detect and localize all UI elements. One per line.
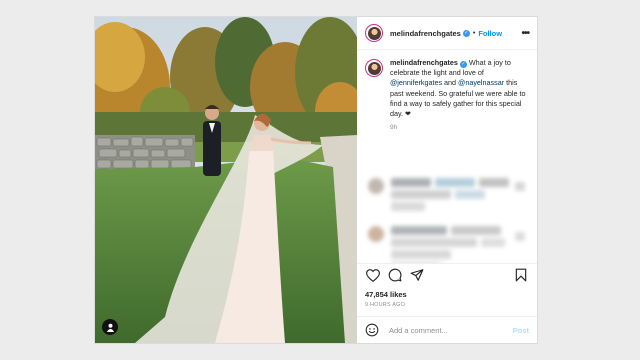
bookmark-icon: [515, 268, 527, 282]
caption-timestamp[interactable]: 9h: [390, 123, 529, 133]
caption-username[interactable]: melindafrenchgates: [390, 58, 458, 67]
like-button[interactable]: [365, 267, 381, 283]
comment-bubble-icon: [388, 268, 402, 282]
more-options-icon[interactable]: •••: [521, 28, 529, 39]
heart-icon: [366, 268, 380, 282]
mention-link-1[interactable]: @jenniferkgates: [390, 78, 442, 87]
post-header: melindafrenchgates ✓ • Follow •••: [357, 17, 537, 50]
wedding-photo-illustration: [95, 17, 357, 343]
post-photo[interactable]: [95, 17, 357, 343]
tagged-people-button[interactable]: [102, 319, 118, 335]
share-button[interactable]: [409, 267, 425, 283]
save-button[interactable]: [513, 267, 529, 283]
person-icon: [106, 323, 114, 332]
blurred-comment: [365, 226, 535, 263]
action-bar: [357, 263, 537, 286]
paper-plane-icon: [410, 269, 424, 281]
verified-badge-icon: ✓: [462, 29, 470, 37]
avatar[interactable]: [365, 24, 383, 42]
post-comment-button[interactable]: Post: [513, 326, 529, 335]
instagram-post-card: melindafrenchgates ✓ • Follow ••• melind…: [94, 16, 538, 344]
post-timestamp[interactable]: 9 HOURS AGO: [357, 299, 537, 316]
blurred-comment: [365, 178, 535, 214]
caption-text: melindafrenchgates ✓ What a joy to celebr…: [390, 58, 529, 133]
add-comment-bar: Post: [357, 316, 537, 343]
likes-count[interactable]: 47,854 likes: [357, 286, 537, 299]
comment-button[interactable]: [387, 267, 403, 283]
separator-dot: •: [472, 29, 476, 37]
follow-button[interactable]: Follow: [478, 29, 502, 38]
comment-input[interactable]: [387, 324, 501, 336]
caption: melindafrenchgates ✓ What a joy to celebr…: [365, 58, 529, 133]
caption-part-2: and: [442, 78, 459, 88]
caption-avatar[interactable]: [365, 59, 383, 77]
caption-verified-badge-icon: ✓: [459, 61, 467, 68]
post-side-panel: melindafrenchgates ✓ • Follow ••• melind…: [357, 17, 537, 343]
comments-section[interactable]: melindafrenchgates ✓ What a joy to celebr…: [357, 50, 537, 263]
post-username[interactable]: melindafrenchgates: [390, 29, 461, 38]
mention-link-2[interactable]: @nayelnassar: [458, 78, 504, 87]
smiley-icon[interactable]: [365, 323, 379, 337]
